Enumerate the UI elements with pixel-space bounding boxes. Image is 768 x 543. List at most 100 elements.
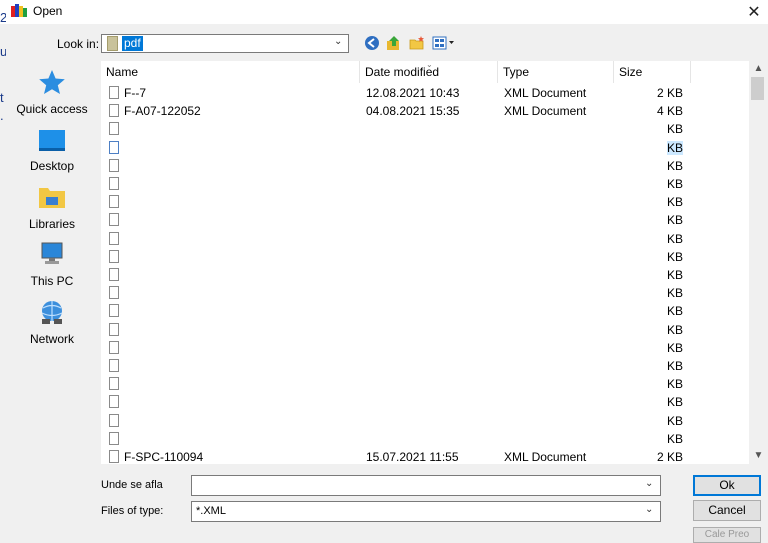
file-type: XML Document	[504, 104, 587, 119]
background-window-text: t	[0, 90, 4, 105]
file-size: KB	[666, 304, 683, 319]
place-label: Libraries	[28, 217, 76, 231]
place-label: This PC	[30, 274, 74, 288]
file-date-modified: 12.08.2021 10:43	[366, 86, 460, 100]
file-row[interactable]: KB	[101, 193, 691, 211]
file-row[interactable]: KB	[101, 412, 691, 430]
scroll-up-arrow[interactable]: ▲	[749, 61, 768, 77]
column-header-name[interactable]: Name	[101, 61, 360, 83]
file-icon	[109, 104, 119, 118]
file-icon	[109, 195, 119, 209]
look-in-value: pdf	[122, 36, 143, 51]
file-name-label: Unde se afla	[101, 479, 163, 491]
close-button[interactable]: ✕	[740, 0, 768, 24]
file-list[interactable]: Name Date modified Type Size ⌄ F--7 12.08…	[101, 61, 749, 464]
file-row[interactable]: KB	[101, 139, 691, 157]
file-row[interactable]: F-SPC-110094 15.07.2021 11:55 XML Document…	[101, 448, 691, 464]
file-icon	[109, 86, 119, 99]
back-icon[interactable]	[364, 35, 380, 51]
file-row[interactable]: KB	[101, 430, 691, 448]
app-icon	[11, 4, 27, 17]
file-row[interactable]: KB	[101, 393, 691, 411]
file-row[interactable]: KB	[101, 248, 691, 266]
file-row[interactable]: KB	[101, 357, 691, 375]
scroll-thumb[interactable]	[751, 77, 764, 100]
file-size: KB	[666, 286, 683, 301]
file-icon	[109, 286, 119, 300]
file-row[interactable]: KB	[101, 266, 691, 284]
background-window-text: u	[0, 44, 6, 59]
new-folder-icon[interactable]	[409, 35, 425, 51]
file-icon	[109, 304, 119, 318]
file-row[interactable]: KB	[101, 339, 691, 357]
background-window-text: .	[0, 108, 4, 123]
file-name: F--7	[124, 86, 146, 100]
file-size: KB	[666, 322, 683, 337]
place-desktop[interactable]: Desktop	[10, 128, 94, 173]
extra-button[interactable]: Cale Preo	[693, 527, 761, 543]
file-size: KB	[666, 195, 683, 210]
column-header-row: Name Date modified Type Size ⌄	[101, 61, 749, 83]
look-in-label: Look in:	[57, 37, 100, 51]
place-network[interactable]: Network	[10, 299, 94, 346]
file-date-modified: 04.08.2021 15:35	[366, 104, 460, 119]
place-libraries[interactable]: Libraries	[10, 184, 94, 231]
file-row[interactable]: KB	[101, 230, 691, 248]
window-title: Open	[33, 4, 63, 18]
file-size: KB	[666, 249, 683, 264]
file-size: 2 KB	[656, 86, 683, 100]
file-type-label: Files of type:	[101, 505, 164, 517]
file-size: 2 KB	[656, 450, 683, 464]
file-row[interactable]: KB	[101, 302, 691, 320]
place-label: Desktop	[29, 159, 75, 173]
column-header-size[interactable]: Size	[614, 61, 691, 83]
ok-button[interactable]: Ok	[693, 475, 761, 496]
computer-icon	[41, 242, 63, 264]
file-size: KB	[666, 431, 683, 446]
file-size: KB	[666, 395, 683, 410]
file-size: KB	[666, 268, 683, 282]
file-size: KB	[666, 140, 683, 155]
place-this-pc[interactable]: This PC	[10, 241, 94, 288]
place-label: Network	[29, 332, 74, 346]
chevron-down-icon[interactable]: ⌄	[334, 36, 342, 47]
cancel-button[interactable]: Cancel	[693, 500, 761, 521]
libraries-icon	[39, 188, 65, 208]
file-row[interactable]: KB	[101, 284, 691, 302]
place-quick-access[interactable]: Quick access	[10, 69, 94, 116]
scroll-down-arrow[interactable]: ▼	[749, 448, 768, 464]
file-type: XML Document	[504, 86, 587, 100]
file-icon	[109, 140, 119, 154]
file-row[interactable]: KB	[101, 375, 691, 393]
file-icon	[109, 249, 119, 263]
file-type-select[interactable]: *.XML	[191, 501, 661, 522]
file-icon	[109, 122, 119, 136]
file-icon	[109, 158, 119, 172]
file-size: KB	[666, 231, 683, 246]
chevron-down-icon[interactable]: ⌄	[645, 504, 653, 515]
place-label: Quick access	[16, 102, 88, 116]
file-row[interactable]: KB	[101, 211, 691, 229]
file-row[interactable]: KB	[101, 175, 691, 193]
view-menu-icon[interactable]	[432, 35, 456, 51]
file-row[interactable]: F--7 12.08.2021 10:43 XML Document 2 KB	[101, 84, 691, 102]
file-type: XML Document	[504, 450, 587, 464]
sort-chevron-icon: ⌄	[426, 61, 433, 69]
file-row[interactable]: KB	[101, 321, 691, 339]
vertical-scrollbar[interactable]	[749, 61, 768, 464]
file-row[interactable]: F-A07-122052 04.08.2021 15:35 XML Document…	[101, 102, 691, 120]
file-name-input[interactable]	[191, 475, 661, 496]
chevron-down-icon[interactable]: ⌄	[645, 478, 653, 489]
desktop-icon	[39, 130, 65, 151]
file-icon	[109, 231, 119, 245]
file-row[interactable]: KB	[101, 120, 691, 138]
file-icon	[109, 450, 119, 463]
title-bar	[0, 0, 768, 24]
folder-icon	[107, 36, 118, 51]
file-row[interactable]: KB	[101, 157, 691, 175]
file-size: KB	[666, 413, 683, 428]
up-folder-icon[interactable]	[386, 35, 402, 51]
column-header-type[interactable]: Type	[498, 61, 614, 83]
file-icon	[109, 322, 119, 336]
file-size: 4 KB	[656, 104, 683, 119]
